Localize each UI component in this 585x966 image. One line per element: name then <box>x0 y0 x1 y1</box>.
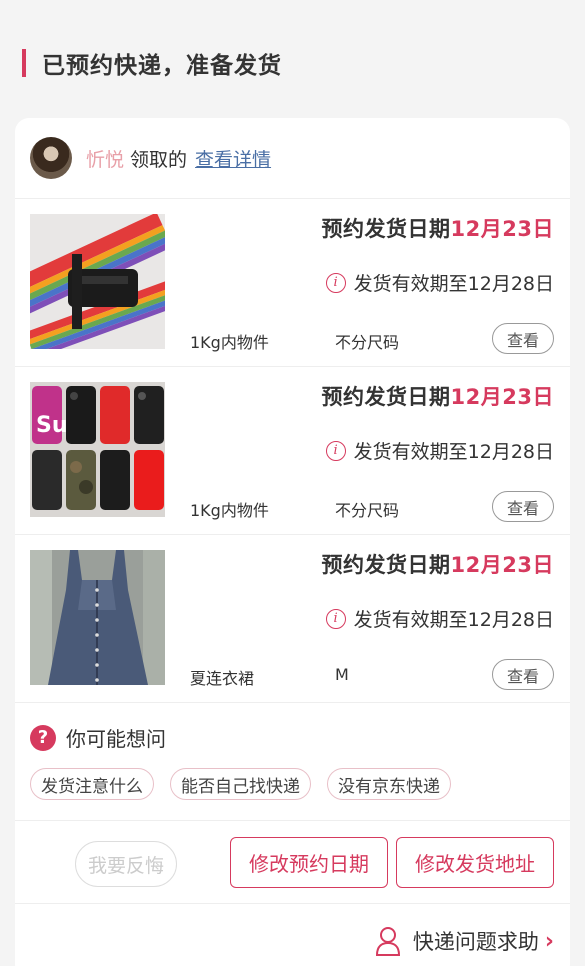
scheduled-date-value: 12月23日 <box>450 553 554 577</box>
change-date-button[interactable]: 修改预约日期 <box>230 837 388 888</box>
view-button[interactable]: 查看 <box>492 491 554 522</box>
list-item: 预约发货日期12月23日 i 发货有效期至12月28日 夏连衣裙 M 查看 <box>15 535 570 703</box>
courier-help-label: 快递问题求助 <box>412 930 539 954</box>
item-weight: 1Kg内物件 <box>190 501 269 520</box>
help-row: 快递问题求助 › <box>15 904 570 966</box>
info-icon: i <box>325 272 346 293</box>
item-name: 夏连衣裙 <box>190 669 255 688</box>
page-title-block: 已预约快递，准备发货 <box>22 48 282 79</box>
faq-header: ? 你可能想问 <box>30 723 555 752</box>
validity-text: 发货有效期至12月28日 <box>353 441 554 463</box>
scheduled-date-label: 预约发货日期 <box>321 553 451 577</box>
list-item: 预约发货日期12月23日 i 发货有效期至12月28日 1Kg内物件 不分尺码 … <box>15 199 570 367</box>
item-image-denim-dress <box>30 550 165 685</box>
item-image-phone-cases: Su <box>30 382 165 517</box>
view-button[interactable]: 查看 <box>492 659 554 690</box>
person-icon <box>375 927 400 956</box>
scheduled-date: 预约发货日期12月23日 <box>322 381 554 411</box>
scheduled-date: 预约发货日期12月23日 <box>322 213 554 243</box>
faq-section: ? 你可能想问 发货注意什么 能否自己找快递 没有京东快递 <box>15 703 570 821</box>
page-title: 已预约快递，准备发货 <box>42 53 282 79</box>
view-details-link[interactable]: 查看详情 <box>195 145 271 172</box>
item-size: 不分尺码 <box>335 501 400 520</box>
scheduled-date-value: 12月23日 <box>450 217 554 241</box>
regret-button[interactable]: 我要反悔 <box>75 841 177 887</box>
faq-chips: 发货注意什么 能否自己找快递 没有京东快递 <box>30 768 555 800</box>
svg-text:Su: Su <box>36 413 68 438</box>
scheduled-date: 预约发货日期12月23日 <box>322 549 554 579</box>
receiver-action-text: 领取的 <box>130 148 188 171</box>
receiver-name: 忻悦 <box>86 148 125 171</box>
info-icon: i <box>325 608 346 629</box>
chevron-right-icon: › <box>544 928 554 954</box>
info-icon: i <box>325 440 346 461</box>
list-item: Su 预约发货日期12月23日 i 发货有效期至12月28日 1Kg内物件 不分… <box>15 367 570 535</box>
validity-line: i 发货有效期至12月28日 <box>325 605 554 632</box>
faq-chip[interactable]: 发货注意什么 <box>30 768 154 800</box>
faq-chip[interactable]: 没有京东快递 <box>327 768 451 800</box>
scheduled-date-value: 12月23日 <box>450 385 554 409</box>
validity-text: 发货有效期至12月28日 <box>353 273 554 295</box>
courier-help-link[interactable]: 快递问题求助 › <box>375 926 554 956</box>
item-size: 不分尺码 <box>335 333 400 352</box>
scheduled-date-label: 预约发货日期 <box>321 385 451 409</box>
faq-chip[interactable]: 能否自己找快递 <box>170 768 311 800</box>
avatar <box>30 137 72 179</box>
order-card: 忻悦 领取的 查看详情 预约发货日期12月23日 i 发货有效期至12月28日 … <box>15 118 570 966</box>
question-icon: ? <box>30 724 56 751</box>
change-address-button[interactable]: 修改发货地址 <box>396 837 554 888</box>
view-button[interactable]: 查看 <box>492 323 554 354</box>
validity-text: 发货有效期至12月28日 <box>353 609 554 631</box>
item-size: M <box>335 665 349 684</box>
validity-line: i 发货有效期至12月28日 <box>325 269 554 296</box>
receiver-row: 忻悦 领取的 查看详情 <box>15 118 570 199</box>
item-image-luggage-strap <box>30 214 165 349</box>
action-bar: 我要反悔 修改预约日期 修改发货地址 <box>15 821 570 904</box>
item-weight: 1Kg内物件 <box>190 333 269 352</box>
faq-title: 你可能想问 <box>66 727 166 751</box>
scheduled-date-label: 预约发货日期 <box>321 217 451 241</box>
validity-line: i 发货有效期至12月28日 <box>325 437 554 464</box>
title-accent-bar <box>22 49 26 77</box>
